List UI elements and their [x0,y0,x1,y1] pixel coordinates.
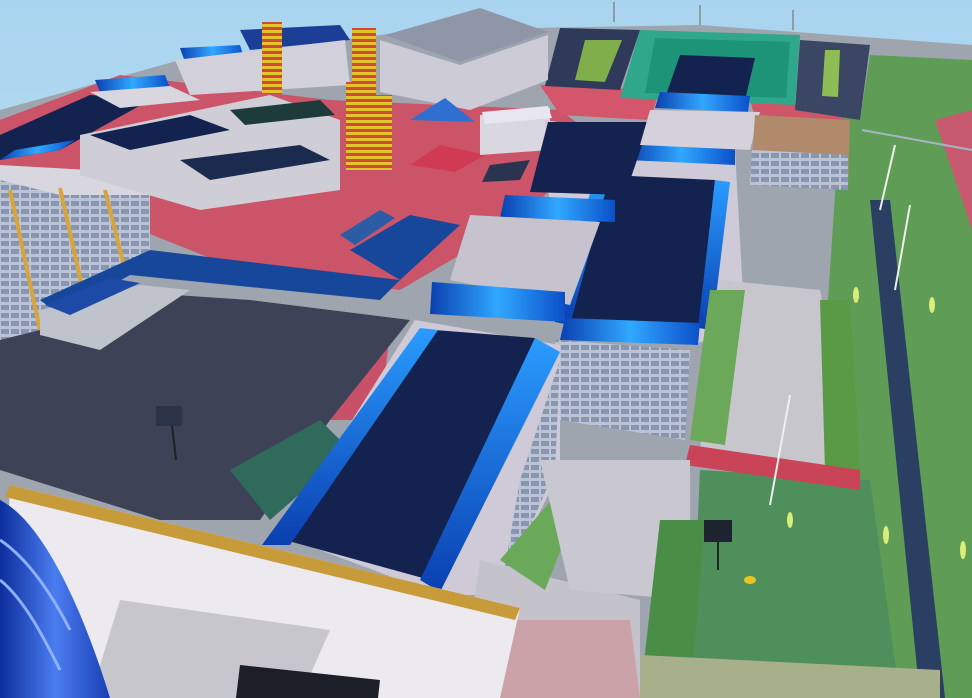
yellow-marker [744,576,756,584]
game-viewport[interactable] [0,0,972,698]
striped-tower-1 [262,22,282,94]
campus-scene [0,0,972,698]
striped-tower-4 [346,82,362,170]
field-marker-4 [929,297,935,313]
field-marker-1 [883,526,889,544]
striped-tower-3 [362,95,392,170]
field-marker-3 [787,512,793,528]
gym-base [640,110,760,150]
field-marker-5 [853,287,859,303]
field-green-top-right [860,55,972,120]
brown-building-front [750,150,848,190]
plaza-pink-lower [500,620,640,698]
field-marker-2 [960,541,966,559]
field-lane-top-right [822,50,840,97]
